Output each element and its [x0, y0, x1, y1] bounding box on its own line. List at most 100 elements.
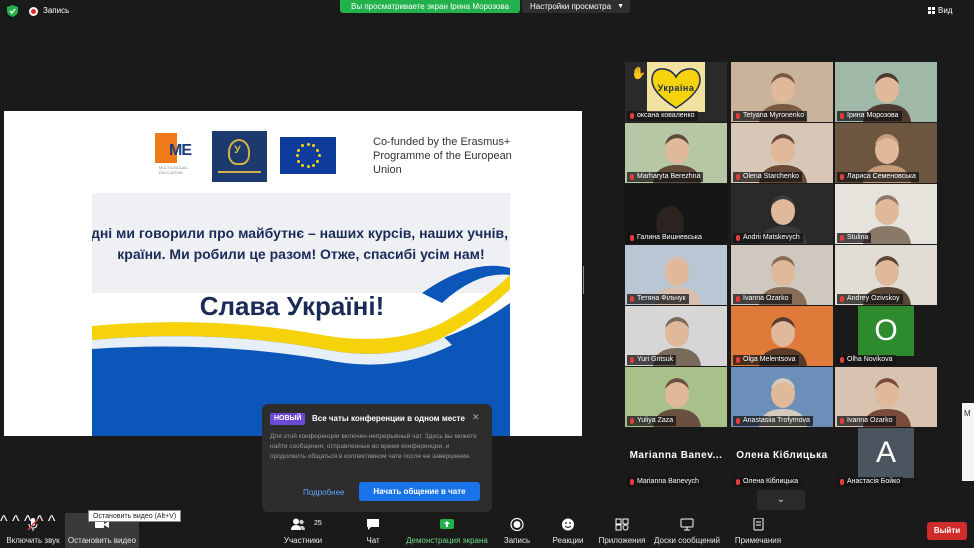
- heart-text: Україна: [657, 83, 695, 93]
- apps-icon: [615, 518, 629, 531]
- eu-star-icon: [301, 144, 304, 148]
- multilingual-education-logo: ME MULTILINGUAL EDUCATION: [155, 133, 205, 177]
- chat-label: Чат: [366, 536, 380, 545]
- chat-popup-body: Для этой конференции включен непрерывный…: [270, 433, 477, 460]
- eu-flag-icon: [280, 137, 336, 174]
- view-button[interactable]: Вид: [938, 6, 952, 15]
- splitter-handle[interactable]: [583, 266, 586, 294]
- participant-tile[interactable]: A Анастасія Бойко: [835, 428, 937, 488]
- unmute-button[interactable]: Включить звук: [4, 513, 62, 548]
- participant-tile[interactable]: Marharyta Berezhna: [625, 123, 727, 183]
- eu-star-icon: [295, 154, 299, 157]
- participant-name: Олена Кіблицька: [733, 477, 802, 487]
- apps-button[interactable]: Приложения: [597, 513, 647, 548]
- start-chat-button[interactable]: Начать общение в чате: [359, 482, 480, 501]
- muted-mic-icon: [736, 418, 740, 424]
- eu-cofunded-text: Co-funded by the Erasmus+ Programme of t…: [373, 136, 512, 176]
- participant-tile[interactable]: Andrii Matskevych: [731, 184, 833, 244]
- stop-video-tooltip: Остановить видео (Alt+V): [88, 510, 182, 522]
- eu-star-icon: [306, 143, 310, 146]
- participant-name: Stulina: [837, 233, 872, 243]
- chat-promo-popup: НОВЫЙ Все чаты конференции в одном месте…: [262, 404, 492, 512]
- participant-tile[interactable]: Лариса Семеновська: [835, 123, 937, 183]
- share-screen-button[interactable]: Демонстрация экрана: [405, 513, 489, 548]
- participant-name: Andrey Ozivskoy: [837, 294, 903, 304]
- participant-name: Лариса Семеновська: [837, 172, 919, 182]
- view-settings-button[interactable]: Настройки просмотра ▼: [522, 0, 630, 13]
- muted-mic-icon: [736, 357, 740, 363]
- muted-mic-icon: [736, 174, 740, 180]
- chat-bubble-icon: [367, 519, 379, 530]
- participant-tile[interactable]: Tetyana Myronenko: [731, 62, 833, 122]
- participant-tile[interactable]: Stulina: [835, 184, 937, 244]
- participant-tile[interactable]: Ivanna Ozarko: [731, 245, 833, 305]
- participant-tile[interactable]: Andrey Ozivskoy: [835, 245, 937, 305]
- muted-mic-icon: [840, 479, 844, 485]
- participant-name: Marharyta Berezhna: [627, 172, 704, 182]
- muted-mic-icon: [27, 518, 39, 531]
- participant-tile[interactable]: Olena Starchenko: [731, 123, 833, 183]
- leave-button[interactable]: Выйти: [927, 522, 967, 540]
- recording-label[interactable]: Запись: [43, 6, 69, 15]
- view-grid-icon: [928, 7, 935, 14]
- participant-tile[interactable]: Anastasiia Trofymova: [731, 367, 833, 427]
- participant-display-name: Marianna Banev...: [629, 450, 723, 461]
- participant-name: Marianna Banevych: [627, 477, 702, 487]
- muted-mic-icon: [630, 235, 634, 241]
- participant-tile[interactable]: Ivanna Ozarko: [835, 367, 937, 427]
- university-logo: У: [212, 131, 267, 182]
- muted-mic-icon: [736, 113, 740, 119]
- participant-tile[interactable]: O Olha Novikova: [835, 306, 937, 366]
- muted-mic-icon: [630, 296, 634, 302]
- participant-tile[interactable]: Olga Melentsova: [731, 306, 833, 366]
- participant-name: Анастасія Бойко: [837, 477, 904, 487]
- participants-button[interactable]: Участники: [280, 513, 326, 548]
- shield-icon[interactable]: [7, 5, 18, 17]
- participant-name: Yuliya Zaza: [627, 416, 677, 426]
- whiteboards-button[interactable]: Доски сообщений: [652, 513, 722, 548]
- stop-video-label: Остановить видео: [67, 536, 137, 545]
- participant-name: Тетяна Фільчук: [627, 294, 689, 304]
- learn-more-link[interactable]: Подробнее: [303, 488, 345, 497]
- participant-name: Ivanna Ozarko: [837, 416, 896, 426]
- gallery-next-page-button[interactable]: ⌄: [757, 490, 805, 510]
- reactions-button[interactable]: Реакции: [548, 513, 588, 548]
- participant-name: оксана коваленко: [627, 111, 698, 121]
- muted-mic-icon: [736, 296, 740, 302]
- participant-tile[interactable]: Ірина Морозова: [835, 62, 937, 122]
- participant-tile[interactable]: Marianna Banev... Marianna Banevych: [625, 428, 727, 488]
- eu-star-icon: [296, 159, 300, 163]
- whiteboard-icon: [680, 518, 694, 531]
- participant-tile[interactable]: Олена Кіблицька Олена Кіблицька: [731, 428, 833, 488]
- participant-tile[interactable]: Тетяна Фільчук: [625, 245, 727, 305]
- shared-screen: ME MULTILINGUAL EDUCATION У Co-funded by…: [4, 111, 582, 436]
- side-tip: М: [962, 403, 974, 481]
- muted-mic-icon: [630, 479, 634, 485]
- participant-tile[interactable]: Yuri Gritsuk: [625, 306, 727, 366]
- close-icon[interactable]: ✕: [472, 412, 480, 423]
- unmute-label: Включить звук: [6, 536, 60, 545]
- participant-tile[interactable]: Yuliya Zaza: [625, 367, 727, 427]
- slide-glory-heading: Слава Україні!: [199, 291, 385, 321]
- chevron-down-icon: ▼: [617, 3, 624, 10]
- record-button[interactable]: Запись: [500, 513, 534, 548]
- participant-name: Yuri Gritsuk: [627, 355, 677, 365]
- muted-mic-icon: [630, 113, 634, 119]
- participants-label: Участники: [283, 536, 323, 545]
- eu-star-icon: [306, 165, 310, 168]
- zoom-window: Запись Вы просматриваете экран Ірина Мор…: [0, 0, 974, 548]
- muted-mic-icon: [630, 174, 634, 180]
- eu-star-icon: [316, 148, 320, 152]
- muted-mic-icon: [840, 235, 844, 241]
- share-banner: Вы просматриваете экран Ірина Морозова: [340, 0, 520, 13]
- notes-label: Примечания: [734, 536, 782, 545]
- new-badge: НОВЫЙ: [270, 413, 306, 425]
- chat-button[interactable]: Чат: [356, 513, 390, 548]
- participant-name: Olga Melentsova: [733, 355, 799, 365]
- participant-tile[interactable]: Галина Вишневська: [625, 184, 727, 244]
- notes-button[interactable]: Примечания: [730, 513, 786, 548]
- participant-display-name: Олена Кіблицька: [736, 450, 828, 461]
- record-icon: [510, 518, 524, 531]
- eu-star-icon: [312, 163, 315, 167]
- eu-star-icon: [301, 163, 304, 167]
